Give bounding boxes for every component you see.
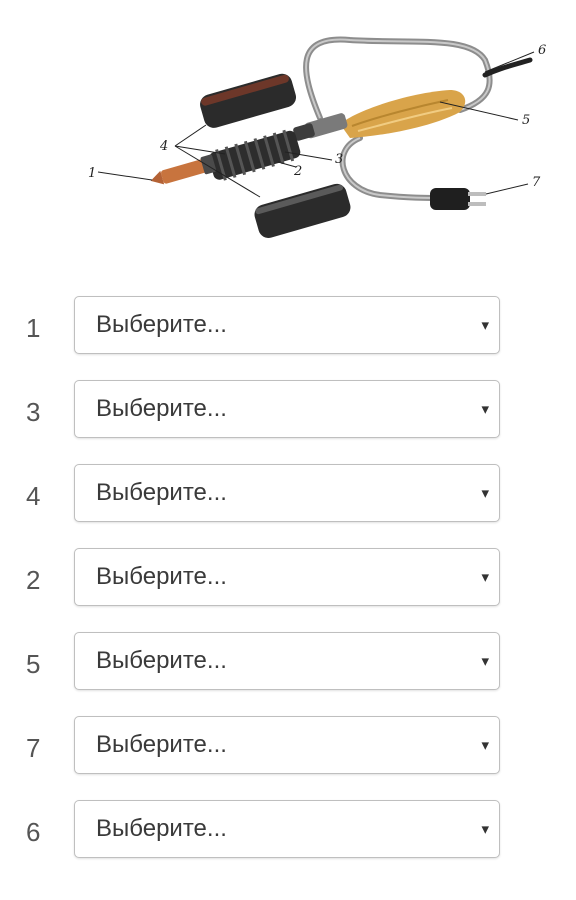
row-number: 4 [26, 481, 41, 511]
select-value: Выберите... [96, 395, 227, 422]
chevron-down-icon: ▾ [481, 317, 489, 334]
row-number: 6 [26, 817, 41, 847]
answer-select[interactable]: Выберите... ▾ [74, 632, 500, 690]
row-number: 1 [26, 313, 41, 343]
chevron-down-icon: ▾ [481, 569, 489, 586]
select-value: Выберите... [96, 647, 227, 674]
callout-5: 5 [522, 113, 530, 128]
answer-select[interactable]: Выберите... ▾ [74, 716, 500, 774]
answer-select[interactable]: Выберите... ▾ [74, 464, 500, 522]
answer-select[interactable]: Выберите... ▾ [74, 380, 500, 438]
chevron-down-icon: ▾ [481, 401, 489, 418]
select-value: Выберите... [96, 311, 227, 338]
answer-select[interactable]: Выберите... ▾ [74, 800, 500, 858]
heater-coil [208, 129, 301, 181]
select-value: Выберите... [96, 563, 227, 590]
callout-4: 4 [159, 139, 168, 154]
answer-select[interactable]: Выберите... ▾ [74, 548, 500, 606]
callout-2: 2 [293, 164, 302, 179]
row-number: 7 [26, 733, 41, 763]
soldering-iron-illustration: 1 2 3 4 5 6 7 [88, 36, 546, 238]
callout-1: 1 [88, 166, 96, 181]
row-number: 3 [26, 397, 41, 427]
upper-casing [200, 73, 297, 128]
chevron-down-icon: ▾ [481, 653, 489, 670]
select-value: Выберите... [96, 479, 227, 506]
plug-icon [430, 188, 486, 210]
select-value: Выберите... [96, 815, 227, 842]
select-value: Выберите... [96, 731, 227, 758]
chevron-down-icon: ▾ [481, 485, 489, 502]
chevron-down-icon: ▾ [481, 821, 489, 838]
answer-select[interactable]: Выберите... ▾ [74, 296, 500, 354]
callout-7: 7 [532, 175, 541, 190]
copper-tip [150, 154, 217, 185]
callout-3: 3 [335, 152, 343, 167]
chevron-down-icon: ▾ [481, 737, 489, 754]
row-number: 2 [26, 565, 41, 595]
row-number: 5 [26, 649, 41, 679]
wooden-handle [340, 90, 466, 138]
lower-casing [254, 183, 351, 238]
callout-6: 6 [538, 43, 546, 58]
